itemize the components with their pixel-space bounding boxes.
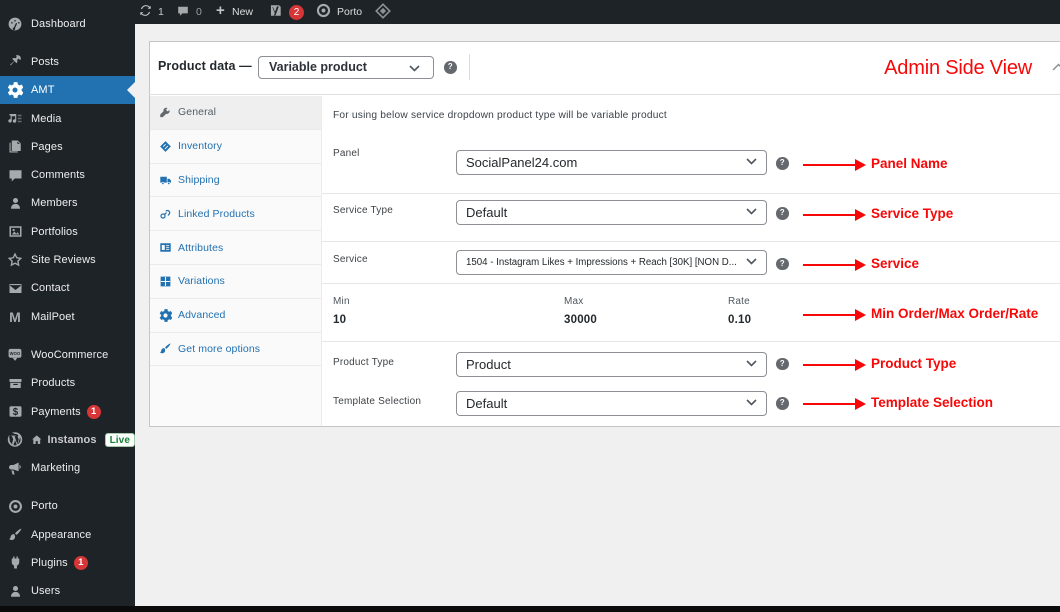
svg-text:$: $ (12, 407, 18, 418)
svg-text:WOO: WOO (10, 351, 21, 356)
